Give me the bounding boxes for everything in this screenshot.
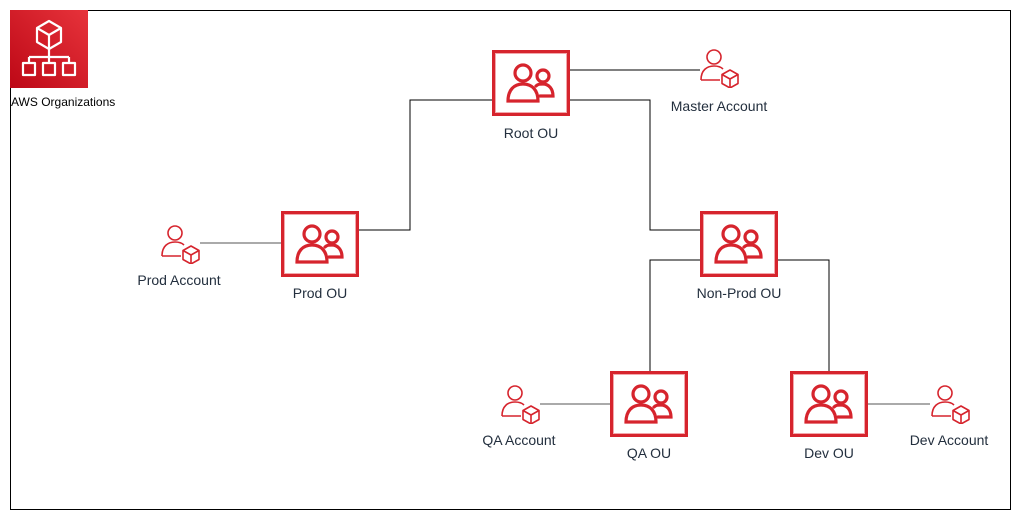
organizational-unit-icon [295,224,344,264]
master-account-label: Master Account [670,98,768,114]
root-ou-label: Root OU [503,125,559,141]
edge-root-prod [358,99,492,231]
root-ou-node[interactable] [492,50,570,116]
qa-account-icon[interactable] [499,384,541,424]
organizational-unit-icon [506,63,555,103]
prod-account-icon[interactable] [159,224,201,264]
prod-ou-label: Prod OU [292,285,348,301]
edge-nonprod-qa [649,259,700,371]
qa-account-label: QA Account [482,432,556,448]
nonprod-ou-label: Non-Prod OU [696,285,782,301]
service-label: AWS Organizations [11,95,116,109]
master-account-icon[interactable] [698,48,740,88]
qa-ou-label: QA OU [626,445,672,461]
edge-nonprod-dev [778,259,830,371]
dev-account-icon[interactable] [929,384,971,424]
dev-ou-node[interactable] [790,371,868,437]
nonprod-ou-node[interactable] [700,211,778,277]
prod-ou-node[interactable] [281,211,359,277]
organizational-unit-icon [804,384,853,424]
qa-ou-node[interactable] [610,371,688,437]
organizational-unit-icon [624,384,673,424]
edge-root-nonprod [570,99,700,231]
aws-organizations-icon [10,10,88,88]
dev-ou-label: Dev OU [804,445,854,461]
organizational-unit-icon [714,224,763,264]
dev-account-label: Dev Account [909,432,989,448]
prod-account-label: Prod Account [137,272,221,288]
